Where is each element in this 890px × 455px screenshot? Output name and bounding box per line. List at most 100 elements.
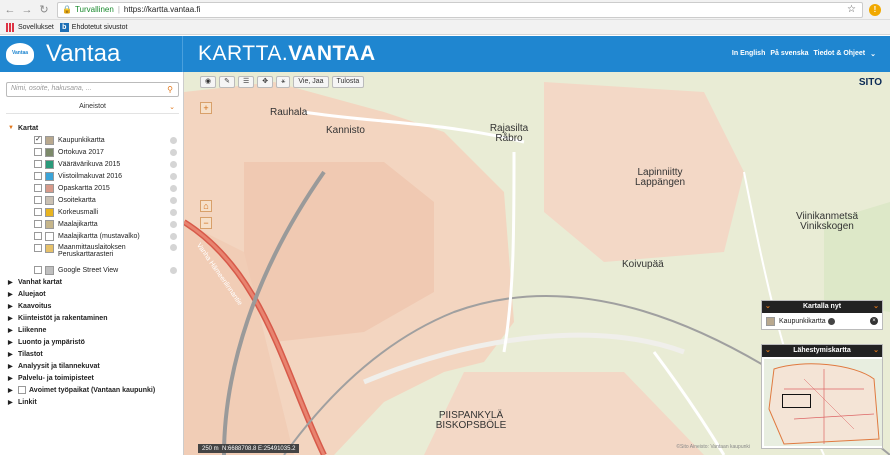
browser-toolbar: ← → ↻ 🔒 Turvallinen | https://kartta.van… bbox=[0, 0, 890, 20]
layer-item[interactable]: Opaskartta 2015 bbox=[8, 182, 180, 194]
back-icon[interactable]: ← bbox=[3, 4, 17, 16]
layer-label: Osoitekartta bbox=[58, 196, 96, 204]
lahestymiskartta-header[interactable]: ⌄ Lähestymiskartta ⌄ bbox=[762, 345, 882, 357]
group-item[interactable]: ▶ Linkit bbox=[8, 396, 180, 408]
info-icon[interactable] bbox=[170, 232, 177, 240]
zoom-in-button[interactable]: + bbox=[200, 102, 212, 114]
layer-item[interactable]: Google Street View bbox=[8, 264, 180, 276]
layer-checkbox[interactable] bbox=[34, 232, 42, 240]
info-icon[interactable] bbox=[170, 220, 177, 228]
info-icon[interactable] bbox=[170, 184, 177, 192]
layer-checkbox[interactable] bbox=[34, 266, 42, 274]
reload-icon[interactable]: ↻ bbox=[37, 3, 51, 16]
layer-item[interactable]: Ortokuva 2017 bbox=[8, 146, 180, 158]
group-item[interactable]: ▶ Palvelu- ja toimipisteet bbox=[8, 372, 180, 384]
overview-map[interactable] bbox=[764, 359, 882, 446]
info-icon[interactable] bbox=[170, 196, 177, 204]
layer-label: Maalajikartta bbox=[58, 220, 98, 228]
layer-item[interactable]: Viistoilmakuvat 2016 bbox=[8, 170, 180, 182]
viewport-rectangle[interactable] bbox=[782, 394, 811, 408]
layer-item[interactable]: Vääräväri­kuva 2015 bbox=[8, 158, 180, 170]
info-icon[interactable] bbox=[170, 148, 177, 156]
layer-item[interactable]: Maanmittauslaitoksen Peruskarttarasteri bbox=[8, 242, 180, 264]
place-rauhala: Rauhala bbox=[270, 107, 308, 118]
bookmark-star-icon[interactable]: ☆ bbox=[847, 4, 856, 15]
info-icon[interactable] bbox=[827, 317, 835, 325]
map-canvas[interactable]: ◉ ✎ ☰ ✥ ⚹ Vie, Jaa Tulosta SITO + − ⌂ Ra… bbox=[184, 72, 890, 455]
expand-icon: ▶ bbox=[8, 363, 13, 370]
aineistot-header[interactable]: Aineistot ⌄ bbox=[6, 103, 179, 114]
group-item[interactable]: ▶ Kiinteistöt ja rakentaminen bbox=[8, 312, 180, 324]
layer-item[interactable]: Maalajikartta bbox=[8, 218, 180, 230]
link-tiedot[interactable]: Tiedot & Ohjeet bbox=[814, 50, 866, 58]
group-label: Liikenne bbox=[18, 326, 47, 334]
share-button[interactable]: Vie, Jaa bbox=[293, 76, 329, 88]
info-icon[interactable] bbox=[170, 208, 177, 216]
group-item[interactable]: ▶ Avoimet työpaikat (Vantaan kaupunki) bbox=[8, 384, 180, 396]
layer-checkbox[interactable] bbox=[34, 160, 42, 168]
layer-item[interactable]: Korkeusmalli bbox=[8, 206, 180, 218]
search-icon[interactable]: ⚲ bbox=[167, 85, 173, 94]
expand-icon: ▼ bbox=[8, 125, 14, 131]
layer-checkbox[interactable] bbox=[34, 220, 42, 228]
layer-label: Maanmittauslaitoksen Peruskarttarasteri bbox=[58, 244, 126, 258]
group-kartat[interactable]: ▼ Kartat bbox=[8, 122, 180, 134]
group-checkbox[interactable] bbox=[18, 386, 26, 394]
group-item[interactable]: ▶ Tilastot bbox=[8, 348, 180, 360]
address-bar[interactable]: 🔒 Turvallinen | https://kartta.vantaa.fi… bbox=[57, 1, 863, 18]
layer-tree: ▼ Kartat ✓ Kaupunkikartta Ortokuva 2017 Vää… bbox=[8, 122, 180, 408]
print-button[interactable]: Tulosta bbox=[331, 76, 365, 88]
layer-label: Vääräväri­kuva 2015 bbox=[58, 160, 121, 168]
link-english[interactable]: In English bbox=[732, 50, 765, 58]
bookmarks-bar: Sovellukset b Ehdotetut sivustot bbox=[0, 20, 890, 35]
group-item[interactable]: ▶ Analyysit ja tilannekuvat bbox=[8, 360, 180, 372]
layer-item[interactable]: Osoitekartta bbox=[8, 194, 180, 206]
layer-checkbox[interactable] bbox=[34, 196, 42, 204]
extension-icon[interactable]: ! bbox=[869, 3, 881, 16]
bookmark-apps[interactable]: Sovellukset bbox=[6, 22, 54, 32]
close-icon[interactable]: × bbox=[870, 317, 878, 325]
info-icon[interactable] bbox=[170, 266, 177, 274]
layer-item[interactable]: ✓ Kaupunkikartta bbox=[8, 134, 180, 146]
place-viinikanmetsa: Viinikanmetsä Vinikskogen bbox=[795, 211, 859, 232]
layer-checkbox[interactable]: ✓ bbox=[34, 136, 42, 144]
logo[interactable]: Vantaa Vantaa bbox=[0, 36, 183, 72]
group-item[interactable]: ▶ Liikenne bbox=[8, 324, 180, 336]
info-icon[interactable] bbox=[170, 136, 177, 144]
group-item[interactable]: ▶ Kaavoitus bbox=[8, 300, 180, 312]
group-label: Kaavoitus bbox=[18, 302, 52, 310]
forward-icon[interactable]: → bbox=[20, 4, 34, 16]
layer-item[interactable]: Maalajikartta (mustavalko) bbox=[8, 230, 180, 242]
search-input[interactable]: Nimi, osoite, hakusana, ... ⚲ bbox=[6, 82, 179, 97]
layer-checkbox[interactable] bbox=[34, 172, 42, 180]
measure-tool-icon[interactable]: ✎ bbox=[219, 76, 235, 88]
group-label: Analyysit ja tilannekuvat bbox=[18, 362, 100, 370]
expand-icon: ▶ bbox=[8, 375, 13, 382]
list-tool-icon[interactable]: ☰ bbox=[237, 76, 255, 88]
filter-tool-icon[interactable]: ⚹ bbox=[276, 76, 291, 88]
kartalla-nyt-header[interactable]: ⌄ Kartalla nyt ⌄ bbox=[762, 301, 882, 313]
chevron-down-icon: ⌄ bbox=[765, 303, 771, 310]
group-item[interactable]: ▶ Vanhat kartat bbox=[8, 276, 180, 288]
group-item[interactable]: ▶ Aluejaot bbox=[8, 288, 180, 300]
layer-checkbox[interactable] bbox=[34, 244, 42, 252]
sito-logo: SITO bbox=[858, 77, 882, 88]
bookmark-suggested[interactable]: b Ehdotetut sivustot bbox=[59, 22, 127, 32]
layer-checkbox[interactable] bbox=[34, 184, 42, 192]
pointer-tool-icon[interactable]: ◉ bbox=[200, 76, 217, 88]
info-icon[interactable] bbox=[170, 160, 177, 168]
move-tool-icon[interactable]: ✥ bbox=[257, 76, 274, 88]
layer-thumbnail bbox=[45, 171, 54, 181]
layer-thumbnail bbox=[45, 207, 54, 217]
info-icon[interactable] bbox=[170, 172, 177, 180]
layer-checkbox[interactable] bbox=[34, 208, 42, 216]
group-item[interactable]: ▶ Luonto ja ympäristö bbox=[8, 336, 180, 348]
expand-icon: ▶ bbox=[8, 315, 13, 322]
info-icon[interactable] bbox=[170, 244, 177, 251]
place-kannisto: Kannisto bbox=[326, 125, 365, 136]
layer-checkbox[interactable] bbox=[34, 148, 42, 156]
home-button[interactable]: ⌂ bbox=[200, 200, 212, 212]
secure-label: Turvallinen bbox=[74, 5, 114, 14]
link-svenska[interactable]: På svenska bbox=[770, 50, 808, 58]
zoom-out-button[interactable]: − bbox=[200, 217, 212, 229]
